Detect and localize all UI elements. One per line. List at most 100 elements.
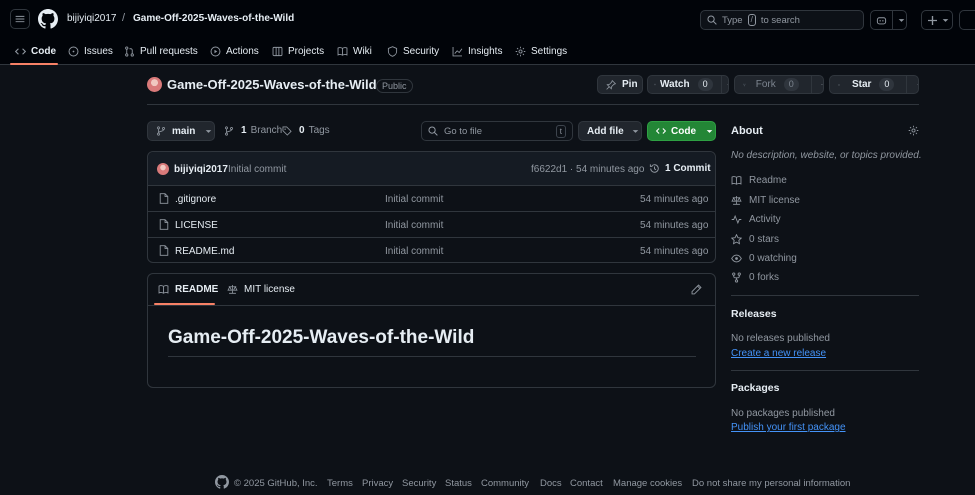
- about-forks-link[interactable]: 0 forks: [731, 272, 779, 283]
- tag-icon: [282, 126, 292, 136]
- readme-heading: Game-Off-2025-Waves-of-the-Wild: [168, 327, 475, 348]
- global-header: bijiyiqi2017 / Game-Off-2025-Waves-of-th…: [0, 0, 975, 65]
- path-separator: /: [122, 12, 126, 24]
- gear-icon[interactable]: [908, 125, 919, 136]
- footer-link-privacy[interactable]: Privacy: [362, 478, 393, 489]
- search-icon: [707, 15, 717, 25]
- create-new-button[interactable]: [921, 10, 953, 30]
- watch-button[interactable]: Watch 0: [647, 75, 729, 94]
- publish-package-link[interactable]: Publish your first package: [731, 422, 846, 433]
- tab-security[interactable]: Security: [387, 42, 439, 60]
- branch-selector[interactable]: main: [147, 121, 215, 141]
- license-tab[interactable]: MIT license: [227, 284, 295, 295]
- commit-author[interactable]: bijiyiqi2017: [174, 164, 228, 175]
- go-to-file-input[interactable]: Go to file t: [421, 121, 573, 141]
- about-activity-link[interactable]: Activity: [731, 214, 781, 225]
- book-icon: [158, 285, 169, 294]
- search-icon: [428, 126, 438, 136]
- tab-settings[interactable]: Settings: [515, 42, 567, 60]
- tab-issues[interactable]: Issues: [68, 42, 113, 60]
- readme-panel: README MIT license Game-Off-2025-Waves-o…: [147, 273, 716, 388]
- tab-code[interactable]: Code: [15, 42, 56, 60]
- owner-link[interactable]: bijiyiqi2017: [67, 13, 116, 24]
- issues-button[interactable]: [959, 10, 975, 30]
- search-shortcut-key: /: [747, 14, 756, 26]
- github-footer-logo-icon[interactable]: [215, 475, 229, 489]
- file-commit-message[interactable]: Initial commit: [385, 194, 443, 205]
- footer-link-status[interactable]: Status: [445, 478, 472, 489]
- file-icon: [159, 193, 169, 204]
- pin-button[interactable]: Pin: [597, 75, 643, 94]
- book-icon: [731, 176, 742, 185]
- about-description: No description, website, or topics provi…: [731, 150, 922, 161]
- file-commit-message[interactable]: Initial commit: [385, 246, 443, 257]
- file-row[interactable]: LICENSE Initial commit 54 minutes ago: [148, 211, 716, 237]
- footer-link-security[interactable]: Security: [402, 478, 436, 489]
- tab-actions[interactable]: Actions: [210, 42, 259, 60]
- repo-link[interactable]: Game-Off-2025-Waves-of-the-Wild: [133, 13, 294, 24]
- goto-shortcut-key: t: [555, 124, 566, 138]
- visibility-badge: Public: [376, 79, 413, 93]
- gear-icon: [515, 46, 526, 56]
- pull-request-icon: [125, 45, 134, 57]
- footer-link-community[interactable]: Community: [481, 478, 529, 489]
- commit-message[interactable]: Initial commit: [228, 164, 286, 175]
- readme-tab[interactable]: README: [158, 284, 218, 295]
- about-watching-link[interactable]: 0 watching: [731, 253, 797, 264]
- file-commit-message[interactable]: Initial commit: [385, 220, 443, 231]
- tags-link[interactable]: 0 Tags: [282, 125, 330, 136]
- about-stars-link[interactable]: 0 stars: [731, 234, 779, 245]
- footer-link-manage-cookies[interactable]: Manage cookies: [613, 478, 682, 489]
- file-icon: [159, 219, 169, 230]
- code-button[interactable]: Code: [647, 121, 716, 141]
- file-row[interactable]: .gitignore Initial commit 54 minutes ago: [148, 185, 716, 211]
- footer-link-contact[interactable]: Contact: [570, 478, 603, 489]
- chevron-down-icon: [632, 129, 638, 133]
- commit-hash-time[interactable]: f6622d1 · 54 minutes ago: [531, 164, 644, 175]
- tab-wiki[interactable]: Wiki: [337, 42, 372, 60]
- file-time: 54 minutes ago: [640, 246, 709, 257]
- footer-link-docs[interactable]: Docs: [540, 478, 562, 489]
- packages-empty: No packages published: [731, 408, 835, 419]
- file-name[interactable]: README.md: [175, 246, 234, 257]
- copilot-button[interactable]: [870, 10, 907, 30]
- fork-button[interactable]: Fork 0: [734, 75, 824, 94]
- repo-title[interactable]: Game-Off-2025-Waves-of-the-Wild: [167, 77, 377, 92]
- create-release-link[interactable]: Create a new release: [731, 348, 826, 359]
- releases-title[interactable]: Releases: [731, 308, 777, 320]
- menu-button[interactable]: [10, 9, 30, 29]
- branches-link[interactable]: 1 Branch: [224, 125, 282, 136]
- chevron-down-icon[interactable]: [916, 81, 918, 88]
- file-name[interactable]: LICENSE: [175, 220, 218, 231]
- footer-link-terms[interactable]: Terms: [327, 478, 353, 489]
- commits-link[interactable]: 1 Commit: [649, 163, 711, 174]
- github-logo-icon[interactable]: [38, 9, 58, 29]
- edit-pencil-icon[interactable]: [691, 284, 702, 295]
- copilot-icon: [876, 16, 887, 24]
- tab-insights[interactable]: Insights: [452, 42, 502, 60]
- fork-icon: [732, 272, 741, 283]
- packages-title[interactable]: Packages: [731, 382, 779, 394]
- chevron-down-icon[interactable]: [726, 81, 728, 88]
- footer-link-do-not-share[interactable]: Do not share my personal information: [692, 478, 850, 489]
- fork-count: 0: [783, 78, 799, 91]
- commit-author-avatar[interactable]: [157, 163, 169, 175]
- code-icon: [656, 128, 666, 134]
- file-row[interactable]: README.md Initial commit 54 minutes ago: [148, 237, 716, 263]
- file-name[interactable]: .gitignore: [175, 194, 216, 205]
- shield-icon: [387, 45, 398, 57]
- search-input[interactable]: Type / to search: [700, 10, 864, 30]
- star-count: 0: [879, 78, 895, 91]
- sidebar-divider: [731, 295, 919, 296]
- footer-copyright: © 2025 GitHub, Inc.: [234, 478, 318, 489]
- about-readme-link[interactable]: Readme: [731, 175, 787, 186]
- code-icon: [15, 47, 26, 55]
- about-license-link[interactable]: MIT license: [731, 195, 800, 206]
- add-file-button[interactable]: Add file: [578, 121, 642, 141]
- tab-projects[interactable]: Projects: [272, 42, 324, 60]
- chevron-down-icon[interactable]: [821, 81, 823, 88]
- repo-avatar[interactable]: [147, 77, 162, 92]
- tab-pull-requests[interactable]: Pull requests: [124, 42, 198, 60]
- star-button[interactable]: Star 0: [829, 75, 919, 94]
- chevron-down-icon: [942, 18, 949, 22]
